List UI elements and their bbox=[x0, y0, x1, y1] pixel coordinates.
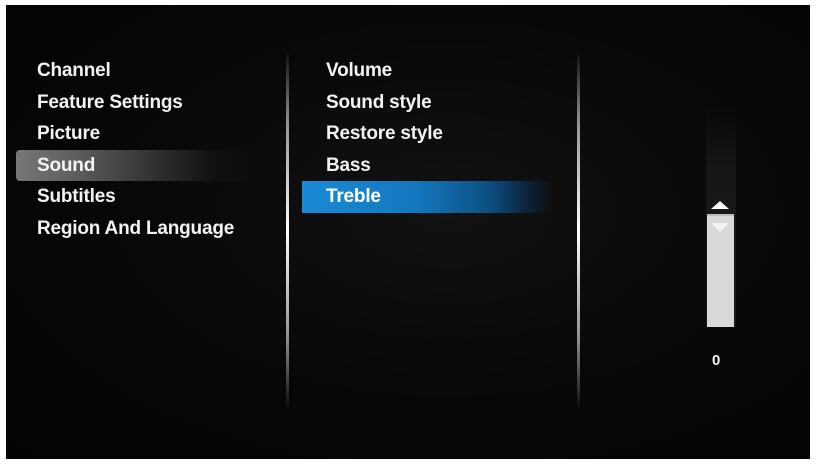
sound-item-label: Restore style bbox=[326, 123, 443, 144]
menu-item-label: Region And Language bbox=[37, 217, 235, 239]
menu-item-label: Picture bbox=[37, 123, 101, 144]
sound-item-label: Sound style bbox=[326, 91, 432, 113]
treble-value: 0 bbox=[712, 352, 721, 369]
menu-item-label: Feature Settings bbox=[37, 91, 183, 113]
sound-item-sound-style[interactable]: Sound style bbox=[302, 87, 572, 119]
menu-item-feature-settings[interactable]: Feature Settings bbox=[16, 87, 281, 119]
menu-item-region-and-language[interactable]: Region And Language bbox=[16, 213, 281, 245]
menu-item-subtitles[interactable]: Subtitles bbox=[16, 181, 281, 213]
column-divider bbox=[286, 50, 289, 410]
menu-item-label: Subtitles bbox=[37, 186, 116, 207]
sound-item-bass[interactable]: Bass bbox=[302, 150, 572, 182]
sound-menu: Volume Sound style Restore style Bass Tr… bbox=[302, 55, 572, 213]
tv-screen: Channel Feature Settings Picture Sound S… bbox=[6, 5, 810, 459]
column-divider bbox=[577, 50, 580, 410]
menu-item-channel[interactable]: Channel bbox=[16, 55, 281, 87]
menu-item-sound[interactable]: Sound bbox=[16, 149, 261, 181]
sound-item-label: Bass bbox=[326, 154, 371, 176]
menu-item-picture[interactable]: Picture bbox=[16, 118, 281, 150]
menu-item-label: Sound bbox=[37, 154, 96, 176]
settings-menu: Channel Feature Settings Picture Sound S… bbox=[16, 55, 281, 244]
menu-item-label: Channel bbox=[37, 60, 111, 81]
sound-item-restore-style[interactable]: Restore style bbox=[302, 118, 572, 150]
sound-item-treble[interactable]: Treble bbox=[302, 181, 552, 213]
sound-item-label: Volume bbox=[326, 60, 393, 81]
triangle-down-icon[interactable] bbox=[711, 223, 729, 232]
triangle-up-icon[interactable] bbox=[711, 201, 729, 209]
sound-item-volume[interactable]: Volume bbox=[302, 55, 572, 87]
sound-item-label: Treble bbox=[326, 186, 381, 207]
